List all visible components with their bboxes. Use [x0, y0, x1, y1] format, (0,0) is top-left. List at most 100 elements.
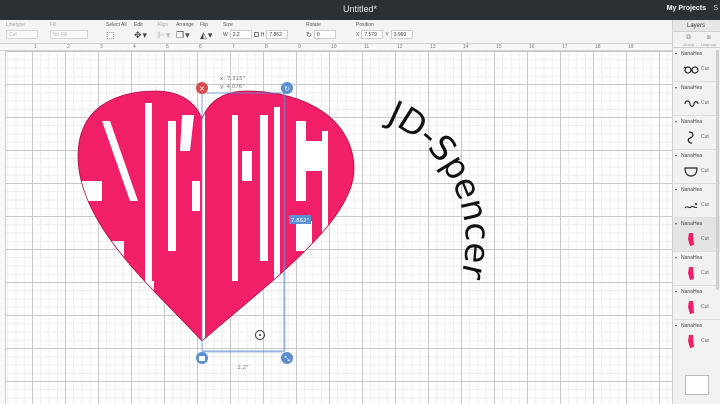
ruler-mark: 16	[529, 44, 535, 50]
rotate-cursor	[255, 330, 265, 340]
ungroup-label: Ungroup	[701, 42, 717, 47]
chevron-down-icon[interactable]: ▾	[675, 187, 677, 192]
edit-icon[interactable]: ✥▾	[134, 30, 148, 41]
layer-group[interactable]: ▾ NanaHea Cut	[673, 150, 720, 184]
ruler-mark: 12	[397, 44, 403, 50]
height-label: H	[260, 31, 265, 38]
layers-actions: ⧉ Group ⧈ Ungroup	[673, 32, 720, 48]
layer-operation: Cut	[701, 100, 709, 106]
linetype-select[interactable]: Cut	[6, 30, 38, 39]
layer-operation: Cut	[701, 338, 709, 344]
layer-group-name: NanaHea	[681, 153, 703, 159]
layer-group[interactable]: ▾ NanaHea Cut	[673, 252, 720, 286]
ungroup-button[interactable]: ⧈ Ungroup	[701, 34, 716, 47]
select-all-label: Select All	[106, 22, 127, 28]
canvas-color-swatch[interactable]	[685, 375, 709, 395]
layers-scrollbar[interactable]	[716, 50, 719, 290]
edit-toolbar: Linetype Cut Fill No Fill Select All ⬚ E…	[0, 20, 672, 44]
ruler-mark: 19	[628, 44, 634, 50]
layer-thumbnail	[684, 167, 698, 177]
ruler-mark: 4	[133, 44, 136, 50]
ruler-mark: 10	[331, 44, 337, 50]
layer-group[interactable]: ▾ NanaHea Cut	[673, 218, 720, 252]
layer-group[interactable]: ▾ NanaHea Cut	[673, 82, 720, 116]
select-all-icon[interactable]: ⬚	[106, 30, 127, 41]
arrange-control[interactable]: Arrange ❐▾	[176, 22, 194, 41]
size-control: Size W 2.2 H 7.862	[223, 22, 289, 39]
layer-group[interactable]: ▾ NanaHea Cut	[673, 320, 720, 348]
chevron-down-icon[interactable]: ▾	[675, 119, 677, 124]
title-bar: Untitled* My Projects S	[0, 0, 720, 20]
chevron-down-icon[interactable]: ▾	[675, 289, 677, 294]
layer-thumbnail	[688, 301, 694, 314]
layer-group-name: NanaHea	[681, 85, 703, 91]
nana-heart[interactable]	[66, 81, 366, 351]
layer-operation: Cut	[701, 66, 709, 72]
linetype-label: Linetype	[6, 22, 25, 28]
ruler-mark: 6	[199, 44, 202, 50]
height-input[interactable]: 7.862	[266, 30, 289, 39]
layer-group-name: NanaHea	[681, 119, 703, 125]
chevron-down-icon[interactable]: ▾	[675, 51, 677, 56]
position-x-label: X	[356, 31, 360, 38]
position-x-input[interactable]: 7.579	[361, 30, 384, 39]
fill-select[interactable]: No Fill	[50, 30, 88, 39]
width-input[interactable]: 2.2	[229, 30, 252, 39]
align-control[interactable]: Align ⊫▾	[157, 22, 171, 41]
chevron-down-icon[interactable]: ▾	[675, 85, 677, 90]
align-icon[interactable]: ⊫▾	[157, 30, 171, 41]
select-all-control[interactable]: Select All ⬚	[106, 22, 127, 41]
width-readout: 2.2"	[237, 365, 248, 371]
delete-handle[interactable]: ×	[196, 82, 208, 94]
design-canvas[interactable]: JD-Spencer × ↻ ⤡ x: 7.315" y: 4.076" 7.8…	[6, 51, 672, 404]
chevron-down-icon[interactable]: ▾	[675, 153, 677, 158]
layer-thumbnail	[688, 233, 694, 246]
layer-group[interactable]: ▾ NanaHea Cut	[673, 184, 720, 218]
lock-icon[interactable]	[253, 32, 259, 37]
layer-operation: Cut	[701, 134, 709, 140]
fill-control[interactable]: Fill No Fill	[50, 22, 88, 39]
layer-thumbnail	[688, 335, 694, 348]
layer-group-name: NanaHea	[681, 51, 703, 57]
save-link[interactable]: S	[713, 5, 718, 12]
horizontal-ruler: 1 2 3 4 5 6 7 8 9 10 11 12 13 14 15 16 17 18 19	[0, 44, 672, 51]
rotate-label: Rotate	[306, 22, 321, 28]
position-control: Position X 7.579 Y 3.969	[356, 22, 413, 39]
flip-label: Flip	[200, 22, 209, 28]
flip-control[interactable]: Flip ◭▾	[200, 22, 213, 41]
edit-control[interactable]: Edit ✥▾	[134, 22, 148, 41]
ruler-mark: 13	[430, 44, 436, 50]
layer-operation: Cut	[701, 304, 709, 310]
group-icon: ⧉	[686, 34, 692, 41]
layer-operation: Cut	[701, 236, 709, 242]
flip-icon[interactable]: ◭▾	[200, 30, 213, 41]
ruler-mark: 8	[265, 44, 268, 50]
curved-name-text[interactable]: JD-Spencer	[380, 93, 497, 283]
group-button[interactable]: ⧉ Group	[683, 34, 694, 47]
height-readout: 7.862"	[291, 218, 309, 224]
arrange-icon[interactable]: ❐▾	[176, 30, 194, 41]
layer-group-name: NanaHea	[681, 255, 703, 261]
chevron-down-icon[interactable]: ▾	[675, 323, 677, 328]
linetype-control[interactable]: Linetype Cut	[6, 22, 38, 39]
ruler-mark: 3	[100, 44, 103, 50]
layer-group[interactable]: ▾ NanaHea Cut	[673, 48, 720, 82]
chevron-down-icon[interactable]: ▾	[675, 221, 677, 226]
rotate-control: Rotate ↻ 0	[306, 22, 336, 39]
resize-handle[interactable]: ⤡	[281, 352, 293, 364]
lock-handle[interactable]	[196, 352, 208, 364]
fill-label: Fill	[50, 22, 57, 28]
chevron-down-icon[interactable]: ▾	[675, 255, 677, 260]
layer-group[interactable]: ▾ NanaHea Cut	[673, 116, 720, 150]
rotate-handle[interactable]: ↻	[281, 82, 293, 94]
layer-group[interactable]: ▾ NanaHea Cut	[673, 286, 720, 320]
layers-tab[interactable]: Layers	[673, 20, 720, 32]
layer-group-name: NanaHea	[681, 221, 703, 227]
layer-thumbnail	[687, 131, 694, 144]
group-label: Group	[683, 42, 695, 47]
rotate-input[interactable]: 0	[313, 30, 336, 39]
ruler-mark: 2	[67, 44, 70, 50]
position-y-input[interactable]: 3.969	[390, 30, 413, 39]
my-projects-link[interactable]: My Projects	[667, 5, 706, 12]
layer-thumbnail	[684, 100, 699, 107]
